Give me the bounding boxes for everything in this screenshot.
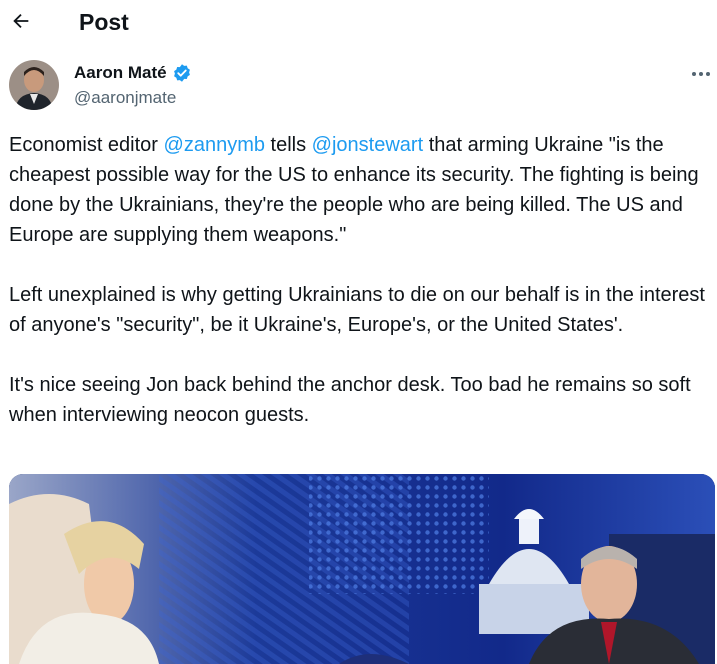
more-horizontal-icon <box>692 72 710 76</box>
author-handle[interactable]: @aaronjmate <box>74 88 176 108</box>
tweet-text: Economist editor @zannymb tells @jonstew… <box>9 130 709 460</box>
tweet-paragraph: Economist editor @zannymb tells @jonstew… <box>9 134 699 246</box>
tweet-paragraph: Left unexplained is why getting Ukrainia… <box>9 284 705 336</box>
tweet-paragraph: It's nice seeing Jon back behind the anc… <box>9 374 691 426</box>
mention-link[interactable]: @jonstewart <box>312 134 423 156</box>
post-header: Post <box>0 0 717 50</box>
author-display-name: Aaron Maté <box>74 63 167 82</box>
back-button[interactable] <box>8 8 34 34</box>
more-options-button[interactable] <box>688 64 714 84</box>
media-image[interactable] <box>9 474 715 664</box>
author-name[interactable]: Aaron Maté <box>74 63 192 83</box>
verified-badge-icon <box>173 64 190 82</box>
avatar[interactable] <box>9 60 59 110</box>
arrow-left-icon <box>13 13 29 29</box>
mention-link[interactable]: @zannymb <box>164 134 265 156</box>
page-title: Post <box>79 9 129 35</box>
